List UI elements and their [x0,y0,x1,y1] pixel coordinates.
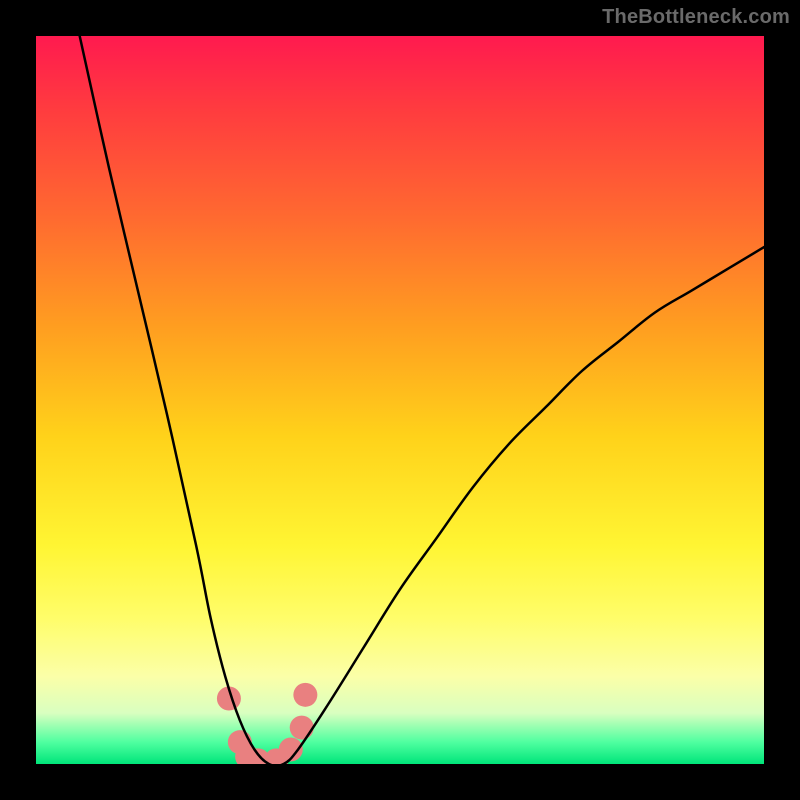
marker-dot [293,683,317,707]
chart-frame: TheBottleneck.com [0,0,800,800]
watermark-text: TheBottleneck.com [602,6,790,29]
marker-dot [290,716,314,740]
plot-area [36,36,764,764]
bottleneck-curve [80,36,764,764]
chart-svg [36,36,764,764]
